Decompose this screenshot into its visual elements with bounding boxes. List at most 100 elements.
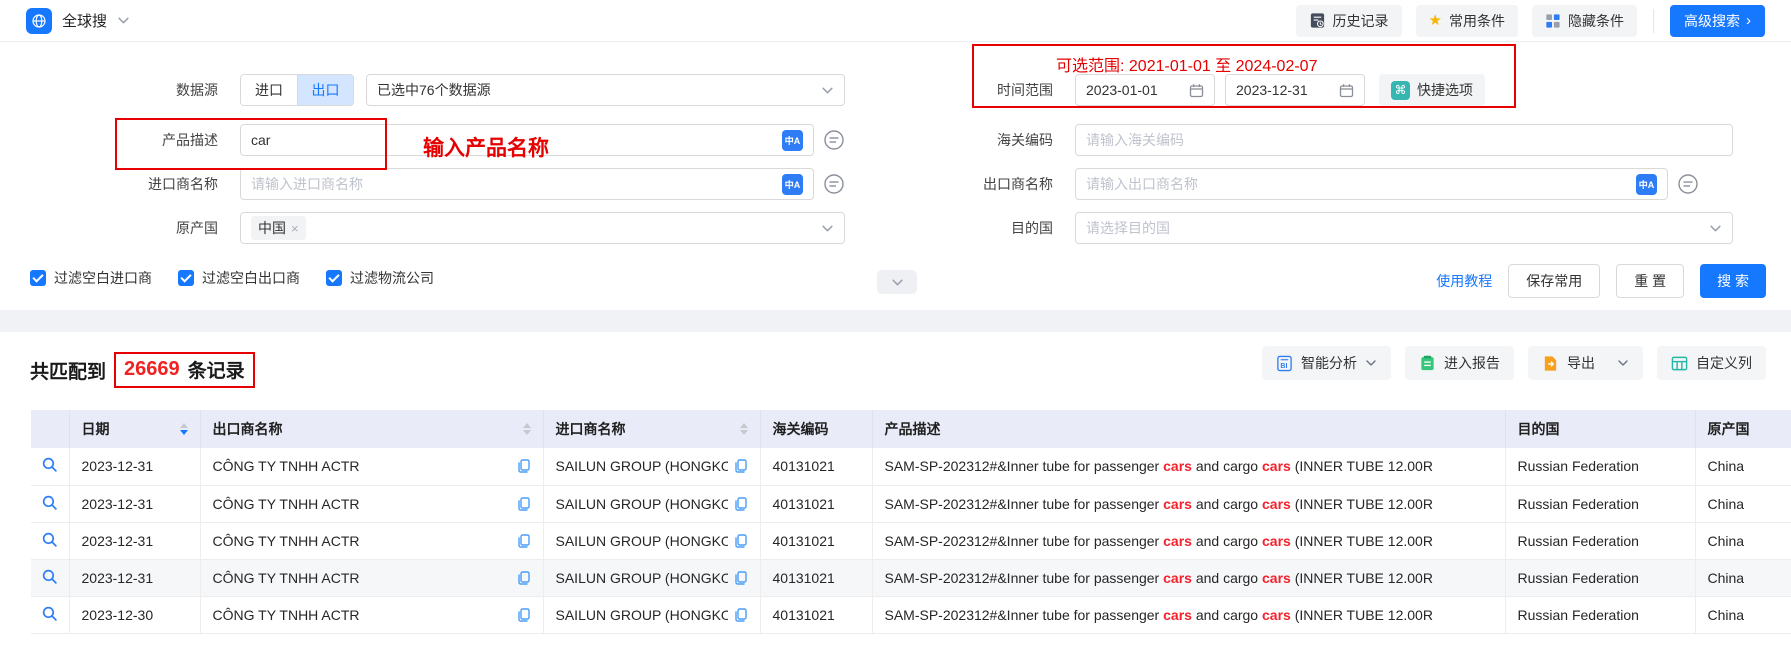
import-toggle[interactable]: 进口 (241, 75, 297, 105)
favorites-label: 常用条件 (1449, 11, 1505, 31)
hs-code-input[interactable] (1086, 132, 1722, 148)
hide-conditions-button[interactable]: 隐藏条件 (1532, 5, 1637, 37)
filter-blank-importer-checkbox[interactable]: 过滤空白进口商 (30, 268, 152, 288)
col-header-date[interactable]: 日期 (69, 410, 200, 448)
copy-icon[interactable] (734, 571, 748, 585)
importer-label: 进口商名称 (0, 174, 228, 194)
history-icon (1309, 12, 1326, 29)
col-header-dest: 目的国 (1505, 410, 1695, 448)
copy-icon[interactable] (517, 571, 531, 585)
copy-icon[interactable] (734, 497, 748, 511)
cell-hs-code: 40131021 (760, 559, 872, 596)
filter-blank-exporter-checkbox[interactable]: 过滤空白出口商 (178, 268, 300, 288)
table-row[interactable]: 2023-12-31 CÔNG TY TNHH ACTR SAILUN GROU… (31, 448, 1791, 485)
history-button[interactable]: 历史记录 (1296, 5, 1402, 37)
cell-date: 2023-12-31 (69, 559, 200, 596)
col-header-exporter[interactable]: 出口商名称 (200, 410, 543, 448)
chevron-down-icon (1709, 222, 1722, 235)
save-common-button[interactable]: 保存常用 (1508, 264, 1600, 298)
collapse-toggle[interactable] (877, 270, 917, 294)
row-dest-country: 目的国 请选择目的国 (853, 212, 1733, 244)
copy-icon[interactable] (734, 459, 748, 473)
importer-input[interactable] (251, 176, 774, 192)
col-exporter-label: 出口商名称 (213, 419, 283, 439)
cell-exporter: CÔNG TY TNHH ACTR (200, 522, 543, 559)
filter-logistics-label: 过滤物流公司 (350, 268, 434, 288)
start-date-input[interactable]: 2023-01-01 (1075, 74, 1215, 106)
row-origin-country: 原产国 中国 × (0, 212, 845, 244)
copy-icon[interactable] (734, 608, 748, 622)
filter-logistics-checkbox[interactable]: 过滤物流公司 (326, 268, 434, 288)
col-header-origin: 原产国 (1695, 410, 1791, 448)
custom-columns-button[interactable]: 自定义列 (1657, 346, 1766, 380)
copy-icon[interactable] (517, 608, 531, 622)
exclude-icon[interactable] (823, 129, 845, 151)
match-count-number: 26669 (124, 358, 180, 381)
product-desc-input[interactable] (251, 132, 774, 148)
magnifier-icon[interactable] (41, 605, 58, 622)
export-button[interactable]: 导出 (1528, 346, 1643, 380)
cell-product-desc: SAM-SP-202312#&Inner tube for passenger … (872, 596, 1505, 633)
quick-options-button[interactable]: ⌘ 快捷选项 (1379, 74, 1485, 106)
cell-destination: Russian Federation (1505, 559, 1695, 596)
smart-analysis-label: 智能分析 (1301, 353, 1357, 373)
dest-country-select[interactable]: 请选择目的国 (1075, 212, 1733, 244)
search-button[interactable]: 搜 索 (1700, 264, 1766, 298)
keyword-highlight: cars (1262, 496, 1291, 512)
cell-origin: China (1695, 522, 1791, 559)
magnifier-icon[interactable] (41, 494, 58, 511)
export-toggle[interactable]: 出口 (297, 75, 353, 105)
table-row[interactable]: 2023-12-31 CÔNG TY TNHH ACTR SAILUN GROU… (31, 559, 1791, 596)
enter-report-button[interactable]: 进入报告 (1405, 346, 1514, 380)
exclude-icon[interactable] (1677, 173, 1699, 195)
exporter-input[interactable] (1086, 176, 1628, 192)
row-data-source: 数据源 进口 出口 已选中76个数据源 (0, 74, 845, 106)
reset-button[interactable]: 重 置 (1616, 264, 1684, 298)
exclude-icon[interactable] (823, 173, 845, 195)
exporter-label: 出口商名称 (853, 174, 1063, 194)
translate-icon[interactable]: 中A (782, 130, 803, 151)
app-brand[interactable]: 全球搜 (26, 8, 130, 34)
copy-icon[interactable] (517, 497, 531, 511)
favorites-button[interactable]: ★ 常用条件 (1416, 5, 1518, 37)
magnifier-icon[interactable] (41, 456, 58, 473)
magnifier-icon[interactable] (41, 531, 58, 548)
cell-product-desc: SAM-SP-202312#&Inner tube for passenger … (872, 485, 1505, 522)
col-header-hs: 海关编码 (760, 410, 872, 448)
cell-date: 2023-12-31 (69, 522, 200, 559)
hs-code-label: 海关编码 (853, 130, 1063, 150)
topbar-divider (1653, 9, 1654, 33)
sort-icon-date[interactable] (180, 423, 188, 435)
dest-country-placeholder: 请选择目的国 (1086, 218, 1701, 238)
advanced-search-button[interactable]: 高级搜索 › (1670, 5, 1765, 37)
copy-icon[interactable] (517, 534, 531, 548)
smart-analysis-button[interactable]: BI 智能分析 (1262, 346, 1391, 380)
col-header-importer[interactable]: 进口商名称 (543, 410, 760, 448)
product-desc-field: 中A (240, 124, 814, 156)
sort-icon-exporter[interactable] (523, 423, 531, 435)
origin-country-label: 原产国 (0, 218, 228, 238)
copy-icon[interactable] (734, 534, 748, 548)
advanced-search-label: 高级搜索 (1684, 11, 1740, 31)
translate-icon[interactable]: 中A (1636, 174, 1657, 195)
form-actions: 使用教程 保存常用 重 置 搜 索 (1436, 264, 1766, 298)
data-source-select[interactable]: 已选中76个数据源 (366, 74, 845, 106)
quick-options-label: 快捷选项 (1417, 80, 1473, 100)
translate-icon[interactable]: 中A (782, 174, 803, 195)
table-row[interactable]: 2023-12-30 CÔNG TY TNHH ACTR SAILUN GROU… (31, 596, 1791, 633)
copy-icon[interactable] (517, 459, 531, 473)
keyword-highlight: cars (1163, 533, 1192, 549)
origin-country-select[interactable]: 中国 × (240, 212, 845, 244)
magnifier-icon[interactable] (41, 568, 58, 585)
cell-date: 2023-12-31 (69, 485, 200, 522)
end-date-input[interactable]: 2023-12-31 (1225, 74, 1365, 106)
table-row[interactable]: 2023-12-31 CÔNG TY TNHH ACTR SAILUN GROU… (31, 485, 1791, 522)
sort-icon-importer[interactable] (740, 423, 748, 435)
row-importer: 进口商名称 中A (0, 168, 845, 200)
chevron-down-icon[interactable] (117, 14, 130, 27)
tag-close-icon[interactable]: × (291, 221, 299, 236)
cell-product-desc: SAM-SP-202312#&Inner tube for passenger … (872, 448, 1505, 485)
table-row[interactable]: 2023-12-31 CÔNG TY TNHH ACTR SAILUN GROU… (31, 522, 1791, 559)
tutorial-link[interactable]: 使用教程 (1436, 271, 1492, 291)
svg-text:BI: BI (1280, 361, 1287, 369)
